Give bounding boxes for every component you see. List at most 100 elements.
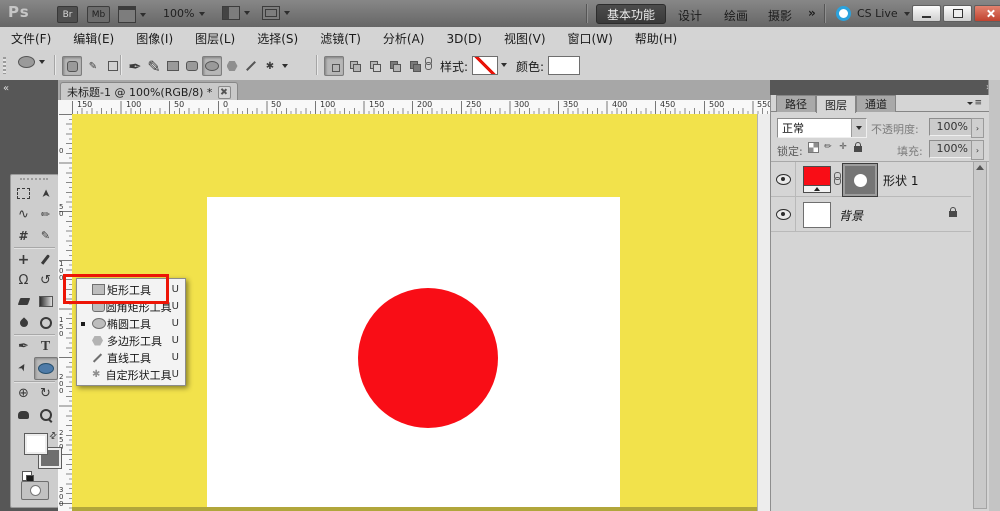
chevron-down-icon[interactable]	[501, 63, 507, 67]
layers-scrollbar[interactable]	[973, 161, 987, 509]
style-swatch-none[interactable]	[472, 56, 498, 75]
marquee-tool-button[interactable]	[13, 183, 35, 204]
freeform-pen-button[interactable]: ✎	[145, 57, 163, 75]
vertical-scrollbar[interactable]	[757, 114, 770, 511]
custom-shape-tool-button[interactable]: ✱	[261, 57, 279, 75]
history-brush-tool-button[interactable]: ↺	[35, 270, 57, 291]
workspace-basic-button[interactable]: 基本功能	[596, 4, 666, 24]
lasso-tool-button[interactable]: ∿	[13, 204, 35, 225]
blend-mode-select[interactable]: 正常	[777, 118, 867, 138]
clone-stamp-tool-button[interactable]: Ω	[13, 270, 35, 291]
add-to-shape-button[interactable]	[324, 56, 344, 76]
foreground-color-swatch[interactable]	[24, 433, 48, 455]
layer-thumbnail-red[interactable]	[803, 166, 831, 193]
layer-name[interactable]: 背景	[839, 207, 863, 224]
lock-all-button[interactable]	[852, 141, 864, 153]
brush-tool-button[interactable]	[35, 249, 57, 270]
red-circle-shape[interactable]	[358, 288, 498, 428]
type-tool-button[interactable]: T	[35, 336, 57, 357]
cs-live-button[interactable]: CS Live	[836, 6, 910, 21]
eyedropper-tool-button[interactable]: ✎	[35, 225, 57, 246]
menu-window[interactable]: 窗口(W)	[557, 30, 624, 47]
lock-transparency-button[interactable]	[807, 141, 819, 153]
flyout-item-line[interactable]: 直线工具 U	[77, 349, 185, 366]
tab-channels[interactable]: 通道	[856, 95, 896, 112]
paths-mode-button[interactable]: ✎	[84, 57, 102, 75]
healing-brush-tool-button[interactable]: +	[13, 249, 35, 270]
shape-tool-button-active[interactable]	[34, 357, 58, 380]
menu-edit[interactable]: 编辑(E)	[62, 30, 125, 47]
menu-view[interactable]: 视图(V)	[493, 30, 557, 47]
exclude-shape-button[interactable]	[386, 57, 404, 75]
rectangle-tool-button[interactable]	[164, 57, 182, 75]
quick-mask-button[interactable]	[21, 481, 49, 500]
panel-menu-button[interactable]: ≡	[967, 98, 983, 108]
flyout-item-custom-shape[interactable]: ✱ 自定形状工具 U	[77, 366, 185, 383]
menu-file[interactable]: 文件(F)	[0, 30, 62, 47]
default-colors-icon[interactable]	[22, 471, 32, 481]
shape-layers-button[interactable]	[62, 56, 82, 76]
menu-select[interactable]: 选择(S)	[246, 30, 309, 47]
hand-tool-button[interactable]	[13, 404, 35, 425]
eraser-tool-button[interactable]	[13, 291, 35, 312]
visibility-cell[interactable]	[771, 197, 796, 231]
menu-filter[interactable]: 滤镜(T)	[309, 30, 372, 47]
dodge-tool-button[interactable]	[35, 312, 57, 333]
subtract-shape-button[interactable]	[346, 57, 364, 75]
visibility-cell[interactable]	[771, 162, 796, 196]
line-tool-button[interactable]	[242, 57, 260, 75]
opacity-spinner[interactable]: ›	[971, 118, 984, 138]
layer-row-background[interactable]: 背景	[771, 197, 971, 232]
ellipse-tool-button[interactable]	[202, 56, 222, 76]
menu-analysis[interactable]: 分析(A)	[372, 30, 436, 47]
close-tab-icon[interactable]	[218, 86, 231, 99]
vector-mask-thumbnail[interactable]	[843, 164, 877, 196]
3d-orbit-tool-button[interactable]: ↻	[35, 383, 57, 404]
workspace-overflow-button[interactable]: »	[808, 6, 816, 20]
bridge-button[interactable]: Br	[57, 6, 78, 23]
lock-pixels-button[interactable]: ✏	[822, 141, 834, 153]
mask-link-icon[interactable]	[833, 172, 841, 186]
horizontal-ruler[interactable]: 150 100 50 0 50 100 150 200 250 300 350 …	[72, 100, 770, 115]
path-selection-tool-button[interactable]: ➤	[8, 353, 37, 383]
menu-layer[interactable]: 图层(L)	[184, 30, 246, 47]
fill-value[interactable]: 100%	[929, 140, 972, 158]
menu-image[interactable]: 图像(I)	[125, 30, 184, 47]
minimize-button[interactable]	[912, 5, 941, 22]
layer-name[interactable]: 形状 1	[883, 172, 918, 189]
move-tool-button[interactable]: ➤	[35, 183, 56, 205]
tab-paths[interactable]: 路径	[776, 95, 816, 112]
workspace-design-button[interactable]: 设计	[678, 7, 702, 24]
layer-thumbnail-white[interactable]	[803, 202, 831, 228]
close-button[interactable]	[974, 5, 1000, 22]
view-extras-button[interactable]	[118, 6, 146, 23]
fill-spinner[interactable]: ›	[971, 140, 984, 160]
workspace-photo-button[interactable]: 摄影	[768, 7, 792, 24]
scroll-up-icon[interactable]	[976, 165, 984, 170]
document-tab[interactable]: 未标题-1 @ 100%(RGB/8) *	[60, 82, 238, 101]
menu-3d[interactable]: 3D(D)	[435, 32, 492, 46]
flyout-item-polygon[interactable]: 多边形工具 U	[77, 332, 185, 349]
blur-tool-button[interactable]	[13, 312, 35, 333]
polygon-tool-button[interactable]	[223, 57, 241, 75]
menu-help[interactable]: 帮助(H)	[624, 30, 688, 47]
flyout-item-ellipse[interactable]: 椭圆工具 U	[77, 315, 185, 332]
3d-rotate-tool-button[interactable]: ⊕	[13, 383, 35, 404]
options-bar-grip[interactable]	[3, 57, 6, 74]
shape-color-swatch[interactable]	[548, 56, 580, 75]
lock-position-button[interactable]: ✛	[837, 141, 849, 153]
crop-tool-button[interactable]: #	[13, 225, 35, 246]
tab-layers[interactable]: 图层	[816, 95, 856, 113]
opacity-value[interactable]: 100%	[929, 118, 972, 136]
intersect-shape-button[interactable]	[366, 57, 384, 75]
screen-mode-button[interactable]	[262, 6, 290, 20]
arrange-documents-button[interactable]	[222, 6, 250, 20]
restore-button[interactable]	[943, 5, 972, 22]
zoom-level-control[interactable]: 100%	[163, 7, 205, 20]
panel-grip[interactable]	[20, 178, 48, 182]
zoom-tool-button[interactable]	[35, 404, 57, 425]
tool-preset-picker[interactable]	[18, 56, 45, 68]
combine-shape-button[interactable]	[406, 57, 424, 75]
gradient-tool-button[interactable]	[35, 291, 57, 312]
layer-row-shape1[interactable]: 形状 1	[771, 162, 971, 197]
